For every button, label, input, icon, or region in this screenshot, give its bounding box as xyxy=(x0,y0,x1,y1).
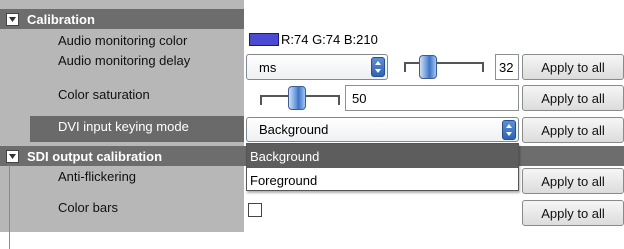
dropdown-option-foreground[interactable]: Foreground xyxy=(247,168,518,192)
color-bars-label: Color bars xyxy=(58,200,118,215)
color-saturation-slider-thumb[interactable] xyxy=(288,86,306,110)
audio-color-label: Audio monitoring color xyxy=(58,33,188,48)
dvi-keying-apply-button[interactable]: Apply to all xyxy=(522,117,624,143)
calibration-section-title: Calibration xyxy=(27,11,95,27)
audio-delay-slider-thumb[interactable] xyxy=(419,55,437,79)
anti-flicker-apply-button[interactable]: Apply to all xyxy=(522,168,624,194)
color-saturation-label: Color saturation xyxy=(58,87,150,102)
audio-delay-apply-button[interactable]: Apply to all xyxy=(522,54,624,80)
dvi-keying-value: Background xyxy=(259,122,329,137)
audio-delay-slider-track[interactable] xyxy=(404,62,484,72)
color-bars-checkbox[interactable] xyxy=(248,203,262,217)
dropdown-option-background[interactable]: Background xyxy=(247,144,518,168)
audio-delay-label: Audio monitoring delay xyxy=(58,53,191,68)
sdi-section-title: SDI output calibration xyxy=(27,148,163,164)
dvi-keying-label: DVI input keying mode xyxy=(30,116,244,142)
sdi-section-header[interactable]: SDI output calibration xyxy=(0,146,244,166)
collapse-icon[interactable] xyxy=(6,12,19,26)
calibration-section-header[interactable]: Calibration xyxy=(0,9,244,29)
spinner-arrows-icon[interactable] xyxy=(502,120,516,140)
audio-delay-unit-select[interactable]: ms xyxy=(246,54,388,80)
color-saturation-apply-button[interactable]: Apply to all xyxy=(522,85,624,111)
collapse-icon[interactable] xyxy=(6,149,19,163)
spinner-arrows-icon[interactable] xyxy=(371,57,385,77)
audio-color-value: R:74 G:74 B:210 xyxy=(281,32,378,47)
color-bars-apply-button[interactable]: Apply to all xyxy=(522,200,624,226)
audio-delay-input[interactable]: 32 xyxy=(495,54,519,80)
audio-delay-unit-value: ms xyxy=(259,59,277,75)
dvi-keying-select[interactable]: Background xyxy=(246,117,519,142)
tree-line xyxy=(9,165,10,249)
dvi-keying-label-text: DVI input keying mode xyxy=(58,119,189,134)
color-swatch[interactable] xyxy=(249,33,279,46)
anti-flicker-label: Anti-flickering xyxy=(58,169,137,184)
dvi-keying-dropdown-list: Background Foreground xyxy=(246,143,519,191)
color-saturation-input[interactable]: 50 xyxy=(345,85,519,111)
